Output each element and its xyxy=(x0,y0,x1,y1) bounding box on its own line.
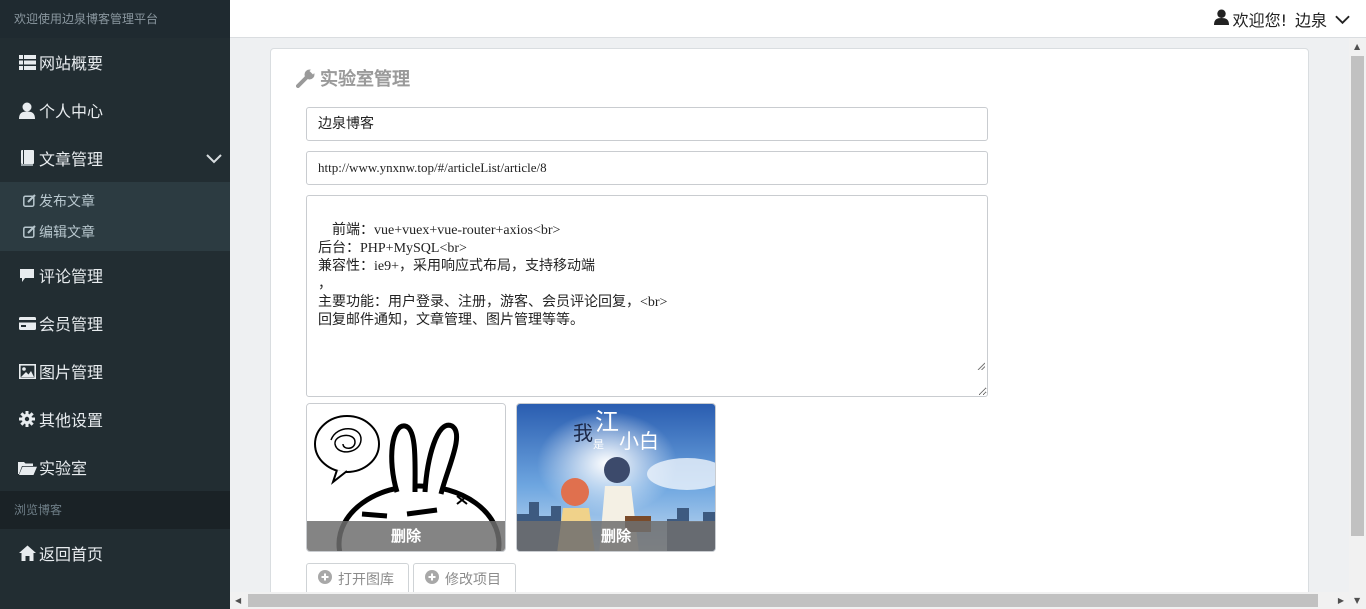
page-title: 实验室管理 xyxy=(296,65,410,91)
sidebar-item-overview[interactable]: 网站概要 xyxy=(0,38,230,86)
sidebar-item-lab[interactable]: 实验室 xyxy=(0,443,230,491)
edit-icon xyxy=(21,193,37,209)
plus-circle-icon xyxy=(318,570,332,588)
sidebar-item-articles[interactable]: 文章管理 xyxy=(0,134,230,182)
open-gallery-label: 打开图库 xyxy=(338,572,394,588)
project-name-input[interactable]: 边泉博客 xyxy=(306,107,988,141)
sidebar-brand: 欢迎使用边泉博客管理平台 xyxy=(0,0,230,38)
horizontal-scroll-thumb[interactable] xyxy=(248,594,1318,607)
sidebar-item-label: 文章管理 xyxy=(39,150,104,169)
chevron-down-icon xyxy=(1335,10,1350,29)
description-text: 前端：vue+vuex+vue-router+axios<br> 后台：PHP+… xyxy=(318,223,668,328)
sidebar-item-label: 网站概要 xyxy=(39,54,104,73)
delete-image-button[interactable]: 删除 xyxy=(517,521,715,551)
sidebar-section-browse: 浏览博客 xyxy=(0,491,230,529)
edit-icon xyxy=(21,224,37,240)
sidebar-item-profile[interactable]: 个人中心 xyxy=(0,86,230,134)
poster-title-char: 是 xyxy=(593,438,604,451)
sidebar-item-label: 返回首页 xyxy=(39,545,104,564)
sidebar-item-label: 会员管理 xyxy=(39,315,104,334)
sidebar-subitem-label: 编辑文章 xyxy=(39,224,95,241)
horizontal-scrollbar[interactable]: ◀ ▶ xyxy=(230,592,1349,609)
edit-project-label: 修改项目 xyxy=(445,572,501,588)
sidebar-item-home[interactable]: 返回首页 xyxy=(0,529,230,577)
home-icon xyxy=(17,543,37,563)
page-title-text: 实验室管理 xyxy=(320,69,410,90)
lab-management-panel: 实验室管理 边泉博客 http://www.ynxnw.top/#/articl… xyxy=(270,48,1309,608)
scroll-right-icon[interactable]: ▶ xyxy=(1338,596,1344,605)
sidebar-item-settings[interactable]: 其他设置 xyxy=(0,395,230,443)
articles-submenu: 发布文章 编辑文章 xyxy=(0,182,230,251)
image-thumbnail: 删除 xyxy=(306,403,506,552)
sidebar-subitem-label: 发布文章 xyxy=(39,193,95,210)
scroll-down-icon[interactable]: ▼ xyxy=(1354,596,1360,605)
sidebar-item-pictures[interactable]: 图片管理 xyxy=(0,347,230,395)
chevron-down-icon[interactable] xyxy=(206,149,222,168)
delete-image-button[interactable]: 删除 xyxy=(307,521,505,551)
sidebar-item-label: 评论管理 xyxy=(39,267,104,286)
sidebar-item-label: 其他设置 xyxy=(39,411,104,430)
poster-title-char: 我 xyxy=(573,421,593,445)
folder-open-icon xyxy=(17,457,37,477)
comment-icon xyxy=(17,265,37,285)
sidebar-item-comments[interactable]: 评论管理 xyxy=(0,251,230,299)
list-icon xyxy=(17,52,37,72)
poster-title-char: 江 xyxy=(595,408,619,436)
vertical-scroll-thumb[interactable] xyxy=(1351,56,1364,536)
project-description-textarea[interactable]: 前端：vue+vuex+vue-router+axios<br> 后台：PHP+… xyxy=(306,195,988,397)
top-header: 欢迎您! 边泉 xyxy=(230,0,1366,38)
vertical-scrollbar[interactable]: ▲ ▼ xyxy=(1349,38,1366,609)
poster-title-char: 小白 xyxy=(619,429,659,453)
user-icon xyxy=(17,100,37,120)
book-icon xyxy=(17,148,37,168)
sidebar-item-publish-article[interactable]: 发布文章 xyxy=(0,185,230,216)
sidebar-item-label: 图片管理 xyxy=(39,363,104,382)
gear-icon xyxy=(17,409,37,429)
scroll-up-icon[interactable]: ▲ xyxy=(1354,42,1360,51)
card-icon xyxy=(17,313,37,333)
image-thumbnail: 我 江 是 小白 删除 xyxy=(516,403,716,552)
picture-icon xyxy=(17,361,37,381)
edit-project-button[interactable]: 修改项目 xyxy=(413,563,516,595)
resize-grip-icon[interactable] xyxy=(956,340,986,394)
plus-circle-icon xyxy=(425,570,439,588)
sidebar-item-members[interactable]: 会员管理 xyxy=(0,299,230,347)
open-gallery-button[interactable]: 打开图库 xyxy=(306,563,409,595)
project-url-input[interactable]: http://www.ynxnw.top/#/articleList/artic… xyxy=(306,151,988,185)
sidebar: 欢迎使用边泉博客管理平台 网站概要 个人中心 文章管理 发布文章 编辑文章 评论… xyxy=(0,0,230,609)
sidebar-item-label: 个人中心 xyxy=(39,102,104,121)
sidebar-item-label: 实验室 xyxy=(39,459,88,478)
user-menu[interactable]: 欢迎您! 边泉 xyxy=(1213,7,1350,31)
sidebar-item-edit-article[interactable]: 编辑文章 xyxy=(0,216,230,247)
username-text: 边泉 xyxy=(1294,11,1327,30)
scroll-left-icon[interactable]: ◀ xyxy=(235,596,241,605)
user-icon xyxy=(1213,9,1229,29)
greeting-text: 欢迎您! xyxy=(1232,11,1287,30)
wrench-icon xyxy=(296,68,316,88)
